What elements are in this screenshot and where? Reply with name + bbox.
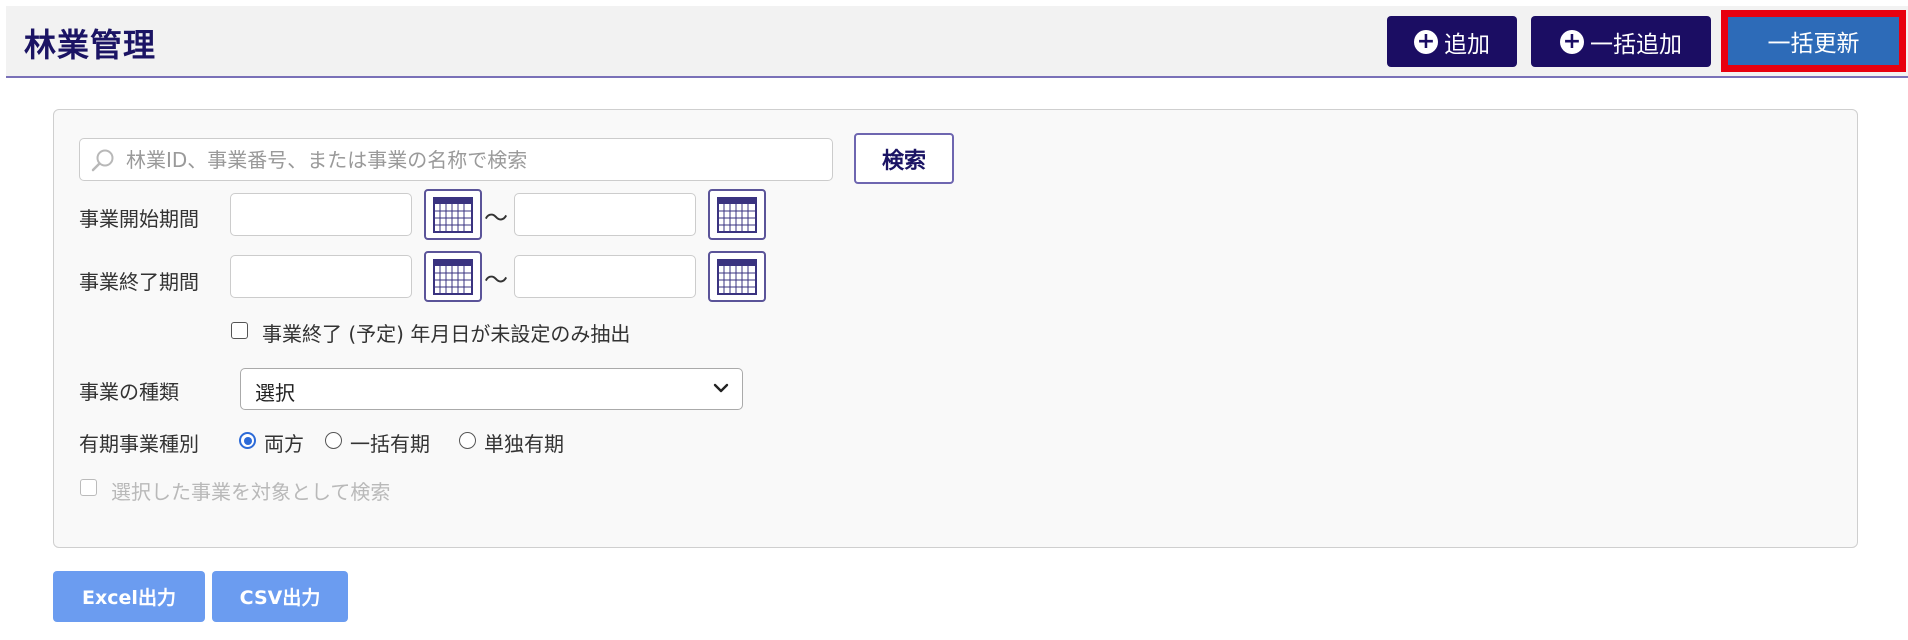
end-period-from-input[interactable] [230,255,412,298]
csv-export-button[interactable]: CSV出力 [212,571,348,622]
periodic-bulk-label: 一括有期 [350,432,430,456]
plus-circle-icon: + [1414,29,1438,54]
type-select[interactable]: 選択 [240,368,743,410]
add-button-label: 追加 [1444,31,1490,58]
periodic-single-radio[interactable] [459,432,476,449]
end-period-to-calendar-button[interactable] [708,251,766,302]
periodic-bulk-radio[interactable] [325,432,342,449]
type-label: 事業の種類 [79,380,179,404]
selected-only-checkbox [80,479,97,496]
range-separator: 〜 [484,266,508,294]
plus-circle-icon: + [1560,29,1584,54]
page-title: 林業管理 [24,26,157,64]
end-period-from-calendar-button[interactable] [424,251,482,302]
calendar-icon [433,258,473,295]
bulk-add-button[interactable]: + 一括追加 [1531,16,1711,67]
periodic-single-label: 単独有期 [484,432,564,456]
type-select-value: 選択 [255,381,295,405]
start-period-from-input[interactable] [230,193,412,236]
end-period-label: 事業終了期間 [79,270,199,294]
search-panel: 検索 事業開始期間 〜 事業終了期間 [53,109,1858,548]
calendar-icon [717,196,757,233]
bulk-update-highlight: 一括更新 [1721,10,1906,72]
start-period-to-calendar-button[interactable] [708,189,766,240]
unset-end-date-label: 事業終了 (予定) 年月日が未設定のみ抽出 [262,322,631,346]
calendar-icon [433,196,473,233]
search-button[interactable]: 検索 [854,133,954,184]
start-period-label: 事業開始期間 [79,207,199,231]
add-button[interactable]: + 追加 [1387,16,1517,67]
periodic-both-label: 両方 [264,432,304,456]
bulk-update-button[interactable]: 一括更新 [1728,17,1899,65]
page-header: 林業管理 + 追加 + 一括追加 一括更新 [6,6,1908,78]
start-period-to-input[interactable] [514,193,696,236]
bulk-add-button-label: 一括追加 [1590,31,1682,58]
range-separator: 〜 [484,204,508,232]
search-field [79,138,833,181]
periodic-both-radio[interactable] [239,432,256,449]
periodic-type-label: 有期事業種別 [79,432,199,456]
unset-end-date-checkbox[interactable] [231,322,248,339]
search-icon [91,149,114,172]
excel-export-button[interactable]: Excel出力 [53,571,205,622]
selected-only-label: 選択した事業を対象として検索 [111,480,391,504]
start-period-from-calendar-button[interactable] [424,189,482,240]
chevron-down-icon [713,383,729,393]
calendar-icon [717,258,757,295]
search-input[interactable] [124,143,824,176]
end-period-to-input[interactable] [514,255,696,298]
